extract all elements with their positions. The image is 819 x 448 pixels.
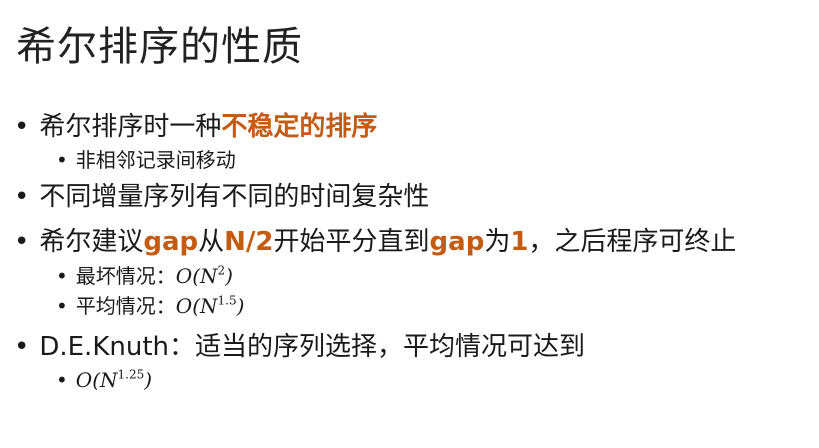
- case-label: 最坏情况：: [75, 264, 176, 288]
- bullet-item-2: • 不同增量序列有不同的时间复杂性: [14, 180, 429, 214]
- item-text: 非相邻记录间移动: [75, 148, 236, 172]
- bullet-item-1: • 希尔排序时一种不稳定的排序: [14, 110, 377, 144]
- item-text: 为: [484, 227, 511, 257]
- slide: 希尔排序的性质 • 希尔排序时一种不稳定的排序 • 非相邻记录间移动 • 不同增量序列…: [0, 0, 819, 448]
- highlight-text: 不稳定的排序: [221, 112, 378, 142]
- item-text: D.E.Knuth：适当的序列选择，平均情况可达到: [39, 332, 586, 362]
- sub-bullet-knuth-bound: • O(N1.25): [56, 366, 152, 394]
- case-label: 平均情况：: [75, 294, 176, 318]
- bullet-item-3: • 希尔建议gap从N/2开始平分直到gap为1，之后程序可终止: [14, 225, 736, 259]
- highlight-n-half: N/2: [224, 227, 274, 257]
- exponent: 1.25: [117, 367, 145, 382]
- bullet-dot: •: [14, 227, 30, 257]
- bullet-dot: •: [56, 264, 68, 288]
- exponent: 2: [217, 263, 226, 278]
- bullet-dot: •: [14, 332, 30, 362]
- item-text: ，之后程序可终止: [528, 227, 737, 257]
- bullet-dot: •: [56, 368, 68, 392]
- item-text: 不同增量序列有不同的时间复杂性: [39, 182, 430, 212]
- item-text: 希尔建议: [39, 227, 144, 257]
- item-text: 开始平分直到: [273, 227, 430, 257]
- highlight-one: 1: [510, 227, 529, 257]
- exponent: 1.5: [217, 293, 237, 308]
- bullet-dot: •: [56, 148, 68, 172]
- bullet-dot: •: [14, 182, 30, 212]
- slide-title: 希尔排序的性质: [16, 24, 303, 70]
- highlight-gap: gap: [143, 227, 199, 257]
- math-formula: O(N1.25): [75, 367, 153, 392]
- math-formula: O(N2): [175, 263, 233, 288]
- bullet-dot: •: [56, 294, 68, 318]
- item-text: 从: [198, 227, 225, 257]
- bullet-dot: •: [14, 112, 30, 142]
- bullet-item-4: • D.E.Knuth：适当的序列选择，平均情况可达到: [14, 330, 585, 364]
- highlight-gap: gap: [429, 227, 485, 257]
- item-text: 希尔排序时一种: [39, 112, 222, 142]
- math-formula: O(N1.5): [175, 293, 245, 318]
- sub-bullet-worst-case: • 最坏情况：O(N2): [56, 262, 233, 290]
- sub-bullet-average-case: • 平均情况：O(N1.5): [56, 292, 244, 320]
- sub-bullet-item-1: • 非相邻记录间移动: [56, 146, 236, 174]
